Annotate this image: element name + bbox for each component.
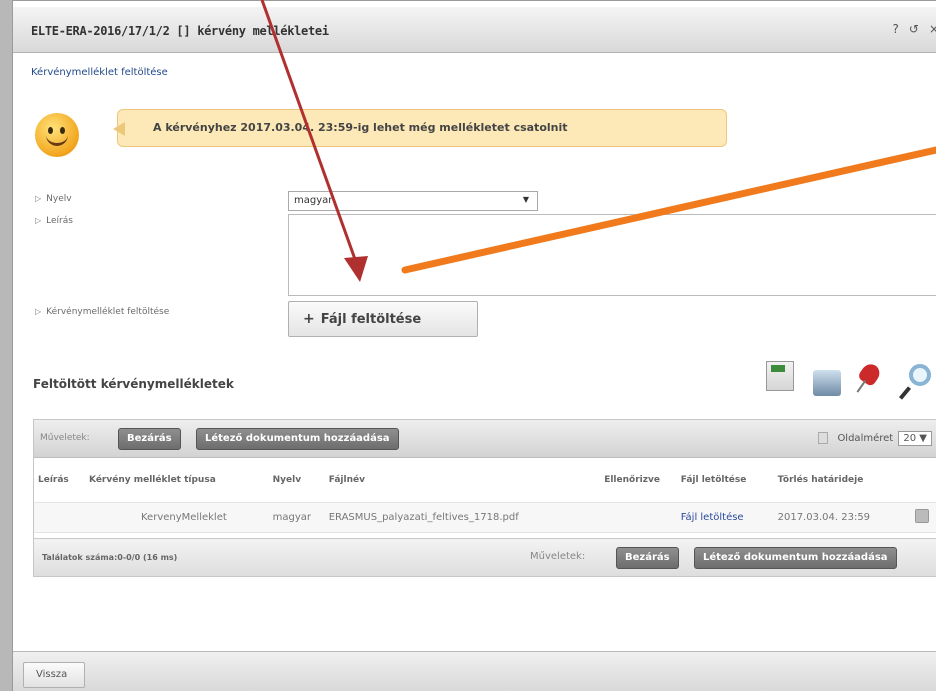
expand-triangle-icon: ▷ <box>35 194 42 203</box>
description-label: ▷ Leírás <box>35 216 73 226</box>
col-deadline[interactable]: Törlés határideje <box>773 458 912 502</box>
col-actions <box>911 458 936 502</box>
col-checked[interactable]: Ellenőrizve <box>600 458 677 502</box>
document-icon <box>818 432 829 444</box>
dialog-titlebar: ELTE-ERA-2016/17/1/2 [] kérvény mellékle… <box>13 7 936 53</box>
pin-icon[interactable] <box>856 360 884 388</box>
col-language[interactable]: Nyelv <box>268 458 325 502</box>
row-menu-icon[interactable] <box>915 508 930 523</box>
cell-checked <box>600 501 677 533</box>
page-size-select[interactable]: 20 ▼ <box>898 431 932 446</box>
attachment-dialog: ELTE-ERA-2016/17/1/2 [] kérvény mellékle… <box>12 0 936 691</box>
col-type[interactable]: Kérvény melléklet típusa <box>85 458 269 502</box>
cell-filename: ERASMUS_palyazati_feltives_1718.pdf <box>324 501 601 533</box>
footer-add-existing-button[interactable]: Létező dokumentum hozzáadása <box>694 547 897 569</box>
col-download[interactable]: Fájl letöltése <box>676 458 774 502</box>
notice-row: A kérvényhez 2017.03.04. 23:59-ig lehet … <box>35 109 735 159</box>
page-subtitle: Kérvénymelléklet feltöltése <box>31 67 168 78</box>
col-description[interactable]: Leírás <box>34 458 85 502</box>
description-textarea[interactable] <box>288 214 936 296</box>
search-icon[interactable] <box>909 364 931 386</box>
dialog-bottom-bar: Vissza <box>13 651 936 691</box>
cell-type: KervenyMelleklet <box>85 501 269 533</box>
back-button[interactable]: Vissza <box>23 662 85 688</box>
plus-icon: + <box>303 311 315 327</box>
footer-close-button[interactable]: Bezárás <box>616 547 679 569</box>
help-icon[interactable]: ? <box>893 22 899 36</box>
language-select-value: magyar <box>294 195 333 206</box>
excel-export-icon[interactable] <box>766 361 794 391</box>
language-select[interactable]: magyar ▼ <box>288 191 538 211</box>
attachments-grid: Műveletek: Bezárás Létező dokumentum hoz… <box>33 419 936 577</box>
print-icon[interactable] <box>813 370 841 396</box>
expand-triangle-icon: ▷ <box>35 216 42 225</box>
table-row[interactable]: KervenyMelleklet magyar ERASMUS_palyazat… <box>34 501 936 533</box>
actions-label: Műveletek: <box>40 433 90 443</box>
dialog-title: ELTE-ERA-2016/17/1/2 [] kérvény mellékle… <box>31 24 329 38</box>
cell-description <box>34 501 85 533</box>
cell-deadline: 2017.03.04. 23:59 <box>773 501 912 533</box>
grid-tool-icons <box>761 356 936 408</box>
grid-toolbar: Műveletek: Bezárás Létező dokumentum hoz… <box>34 420 936 458</box>
refresh-icon[interactable]: ↺ <box>909 22 919 36</box>
notice-bubble: A kérvényhez 2017.03.04. 23:59-ig lehet … <box>113 109 727 147</box>
page-size-control: Oldalméret 20 ▼ <box>818 431 932 446</box>
col-filename[interactable]: Fájlnév <box>324 458 601 502</box>
attachments-table: Leírás Kérvény melléklet típusa Nyelv Fá… <box>34 458 936 533</box>
file-upload-button[interactable]: + Fájl feltöltése <box>288 301 478 337</box>
uploaded-attachments-title: Feltöltött kérvénymellékletek <box>33 377 234 391</box>
titlebar-icons: ? ↺ × <box>893 22 936 36</box>
download-link[interactable]: Fájl letöltése <box>676 501 774 533</box>
grid-footer: Találatok száma:0-0/0 (16 ms) Műveletek:… <box>34 538 936 576</box>
upload-label: ▷ Kérvénymelléklet feltöltése <box>35 307 170 317</box>
smiley-icon <box>35 113 79 157</box>
result-count: Találatok száma:0-0/0 (16 ms) <box>42 553 178 562</box>
page-size-label: Oldalméret <box>837 433 894 444</box>
add-existing-document-button[interactable]: Létező dokumentum hozzáadása <box>196 428 399 450</box>
close-button[interactable]: Bezárás <box>118 428 181 450</box>
expand-triangle-icon: ▷ <box>35 307 42 316</box>
footer-actions-label: Műveletek: <box>530 551 586 562</box>
chevron-down-icon: ▼ <box>522 195 529 204</box>
cell-row-action <box>911 501 936 533</box>
close-icon[interactable]: × <box>929 22 936 36</box>
cell-language: magyar <box>268 501 325 533</box>
table-header-row: Leírás Kérvény melléklet típusa Nyelv Fá… <box>34 458 936 502</box>
language-label: ▷ Nyelv <box>35 194 72 204</box>
